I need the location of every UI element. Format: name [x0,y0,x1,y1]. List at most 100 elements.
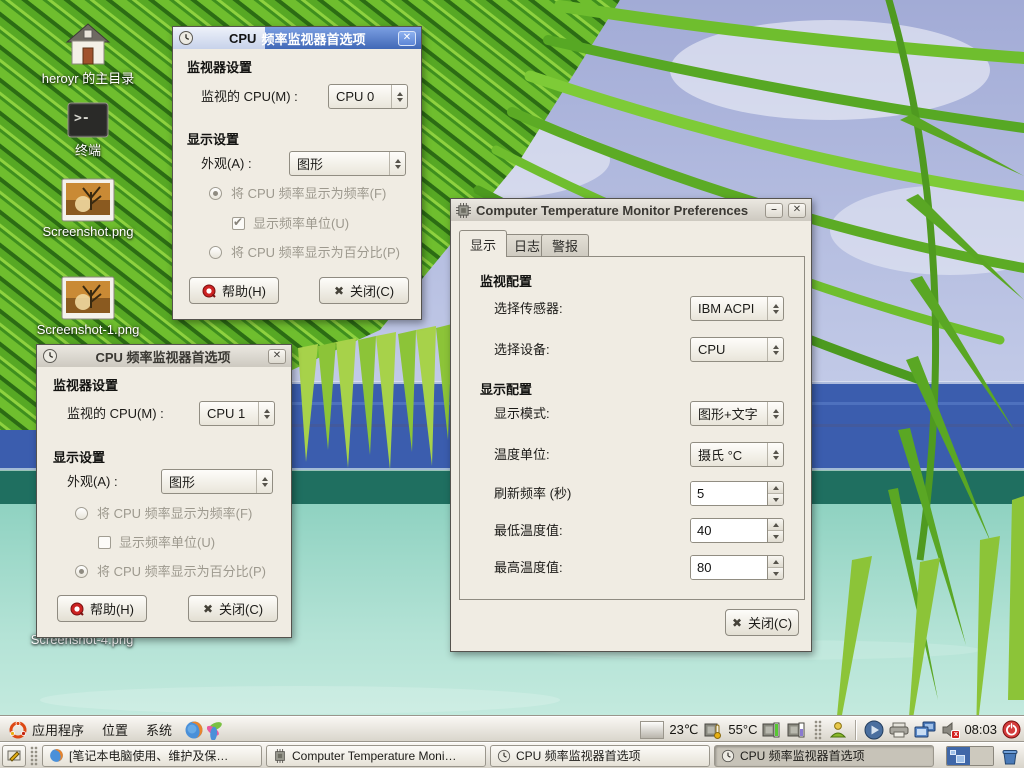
section-monitor-config: 监视配置 [480,271,532,290]
arrow-up-icon [395,159,401,163]
spin-up-button[interactable] [768,519,783,530]
spin-down-button[interactable] [768,567,783,579]
menu-panel: 应用程序 位置 系统 23℃ 55°C [0,716,1024,742]
show-desktop-button[interactable] [2,745,26,767]
cpu0-titlebar[interactable]: CPU 频率监视器首选项 ✕ [173,27,421,49]
close-icon: ✕ [273,351,281,361]
spin-down-button[interactable] [768,530,783,542]
tab-display[interactable]: 显示 [459,230,507,257]
tab-alert-label: 警报 [552,236,578,255]
task-label: [笔记本电脑使用、维护及保… [69,747,255,764]
tray-drag-handle[interactable] [814,720,822,740]
pinwheel-launcher-icon[interactable] [207,720,227,740]
close-window-button[interactable]: ✕ [398,31,416,46]
close-window-button[interactable]: ✕ [268,349,286,364]
desktop-icon-screenshot[interactable]: Screenshot.png [30,178,146,239]
spin-up-button[interactable] [768,556,783,567]
arrow-down-icon [773,535,779,539]
monitored-cpu-label: 监视的 CPU(M) : [67,401,164,426]
help-button[interactable]: 帮助(H) [57,595,147,622]
monitored-cpu-select[interactable]: CPU 0 [328,84,408,109]
user-applet-icon[interactable] [829,721,847,739]
task-label: CPU 频率监视器首选项 [740,747,927,764]
refresh-rate-input[interactable] [691,482,767,505]
printer-applet-icon[interactable] [889,722,909,738]
arrow-up-icon [773,450,779,454]
close-button-label: 关闭(C) [350,281,394,300]
desktop-icon-screenshot1[interactable]: Screenshot-1.png [30,276,146,337]
combo-stepper [767,443,783,466]
show-as-frequency-radio [209,187,222,200]
task-button-cpufreq-1[interactable]: CPU 频率监视器首选项 [490,745,710,767]
show-as-frequency-radio [75,507,88,520]
arrow-down-icon [773,456,779,460]
appearance-select[interactable]: 图形 [289,151,406,176]
clock[interactable]: 08:03 [964,722,997,737]
temp-unit-select[interactable]: 摄氏 °C [690,442,784,467]
volume-applet[interactable]: x [941,721,959,739]
cpufreq-watch-icon [178,30,194,46]
tab-alert[interactable]: 警报 [541,234,589,257]
sensor-label: 选择传感器: [494,296,563,321]
chip-thermometer-icon[interactable] [703,720,723,740]
temp-titlebar[interactable]: Computer Temperature Monitor Preferences… [451,199,811,221]
places-menu[interactable]: 位置 [93,717,137,742]
monitored-cpu-value: CPU 0 [336,89,374,104]
task-button-temp-monitor[interactable]: Computer Temperature Moni… [266,745,486,767]
spin-up-button[interactable] [768,482,783,493]
arrow-up-icon [773,523,779,527]
refresh-rate-label: 刷新频率 (秒) [494,481,571,506]
chip-green-bar-icon[interactable] [762,720,782,740]
workspace-switcher [946,746,994,766]
cpu-freq-graph-applet[interactable] [640,721,664,739]
max-temp-input[interactable] [691,556,767,579]
chip-percent-bar-icon[interactable] [787,720,807,740]
monitored-cpu-select[interactable]: CPU 1 [199,401,275,426]
appearance-select[interactable]: 图形 [161,469,273,494]
close-button[interactable]: ✖ 关闭(C) [725,609,799,636]
firefox-launcher-icon[interactable] [184,720,204,740]
workspace-1[interactable] [947,747,970,765]
spin-down-button[interactable] [768,493,783,505]
trash-applet-icon[interactable] [1000,746,1020,766]
arrow-down-icon [397,98,403,102]
help-button[interactable]: 帮助(H) [189,277,279,304]
close-icon: ✕ [403,33,411,43]
system-menu[interactable]: 系统 [137,717,181,742]
min-temp-input[interactable] [691,519,767,542]
media-play-applet-icon[interactable] [864,720,884,740]
close-button[interactable]: ✖ 关闭(C) [319,277,409,304]
task-label: CPU 频率监视器首选项 [516,747,703,764]
cpu1-titlebar[interactable]: CPU 频率监视器首选项 ✕ [37,345,291,367]
network-screens-applet-icon[interactable] [914,721,936,739]
show-frequency-unit-label: 显示频率单位(U) [253,211,349,236]
temp-unit-value: 摄氏 °C [698,445,742,464]
taskbar-drag-handle[interactable] [30,746,38,766]
sensor-select[interactable]: IBM ACPI [690,296,784,321]
close-button[interactable]: ✖ 关闭(C) [188,595,278,622]
task-button-cpufreq-0[interactable]: CPU 频率监视器首选项 [714,745,934,767]
show-frequency-unit-checkbox [98,536,111,549]
spin-buttons [767,482,783,505]
monitored-cpu-value: CPU 1 [207,406,245,421]
cpufreq-watch-icon [497,749,511,763]
desktop-icon-home[interactable]: heroyr 的主目录 [30,22,146,87]
arrow-down-icon [773,415,779,419]
device-select[interactable]: CPU [690,337,784,362]
show-as-frequency-label: 将 CPU 频率显示为频率(F) [97,501,252,526]
firefox-icon [49,748,64,763]
applications-menu[interactable]: 应用程序 [0,717,93,742]
display-mode-select[interactable]: 图形+文字 [690,401,784,426]
task-button-firefox[interactable]: [笔记本电脑使用、维护及保… [42,745,262,767]
workspace-2[interactable] [970,747,993,765]
air-temperature-readout[interactable]: 23℃ [669,722,698,738]
desktop-icon-label: heroyr 的主目录 [42,68,134,87]
task-label: Computer Temperature Moni… [292,749,479,763]
cpu-temperature-readout[interactable]: 55°C [728,722,757,737]
arrow-up-icon [262,477,268,481]
minimize-window-button[interactable]: – [765,203,783,218]
window-title-app: CPU [229,31,256,46]
close-window-button[interactable]: ✕ [788,203,806,218]
power-applet-icon[interactable] [1002,720,1021,739]
desktop-icon-terminal[interactable]: >- 终端 [30,102,146,159]
